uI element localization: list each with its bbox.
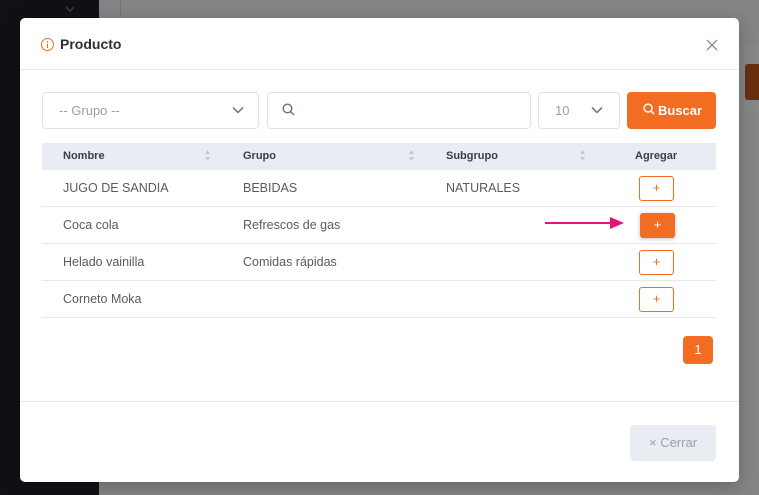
add-product-button[interactable]: + [640,213,675,238]
search-icon [282,103,295,116]
modal-footer: × Cerrar [20,401,739,482]
close-icon: × [648,435,657,450]
table-row: Corneto Moka + [42,281,716,318]
column-header-grupo[interactable]: Grupo [243,150,276,162]
cell-nombre: Coca cola [63,218,119,232]
page-size-select[interactable]: 10 [538,92,620,129]
cell-grupo: Comidas rápidas [243,255,337,269]
close-button-label: Cerrar [660,435,698,450]
search-icon [643,103,655,115]
add-product-button[interactable]: + [639,250,674,275]
column-header-agregar: Agregar [635,150,678,162]
grupo-select[interactable]: -- Grupo -- [42,92,259,129]
add-product-button[interactable]: + [639,287,674,312]
modal-header: Producto [20,18,739,70]
cell-nombre: Corneto Moka [63,292,142,306]
close-button[interactable]: × Cerrar [630,425,716,461]
cell-nombre: Helado vainilla [63,255,145,269]
cell-grupo: Refrescos de gas [243,218,341,232]
search-button[interactable]: Buscar [627,92,716,129]
column-header-subgrupo[interactable]: Subgrupo [446,150,498,162]
column-header-nombre[interactable]: Nombre [63,150,105,162]
cell-grupo: BEBIDAS [243,181,298,195]
pagination-page-1[interactable]: 1 [683,336,713,364]
table-row: JUGO DE SANDIA BEBIDAS NATURALES + [42,170,716,207]
table-header: Nombre Grupo Subgrupo Agregar [42,143,716,170]
search-input[interactable] [302,99,522,123]
page-size-value: 10 [555,103,570,118]
search-field[interactable] [267,92,531,129]
sort-icon[interactable] [204,149,211,162]
sort-icon[interactable] [579,149,586,162]
modal-title: Producto [60,36,122,52]
table-row: Helado vainilla Comidas rápidas + [42,244,716,281]
cell-subgrupo: NATURALES [446,181,521,195]
cell-nombre: JUGO DE SANDIA [63,181,169,195]
info-icon [41,38,54,51]
sort-icon[interactable] [408,149,415,162]
filter-bar: -- Grupo -- 10 Buscar [42,92,718,129]
chevron-down-icon [591,106,603,114]
add-product-button[interactable]: + [639,176,674,201]
close-icon[interactable] [704,37,720,53]
chevron-down-icon [232,106,244,114]
product-modal: Producto -- Grupo -- 10 Buscar Nombre Gr… [20,18,739,482]
search-button-label: Buscar [658,103,703,118]
grupo-select-value: -- Grupo -- [59,103,120,118]
annotation-arrow-icon [545,217,624,229]
